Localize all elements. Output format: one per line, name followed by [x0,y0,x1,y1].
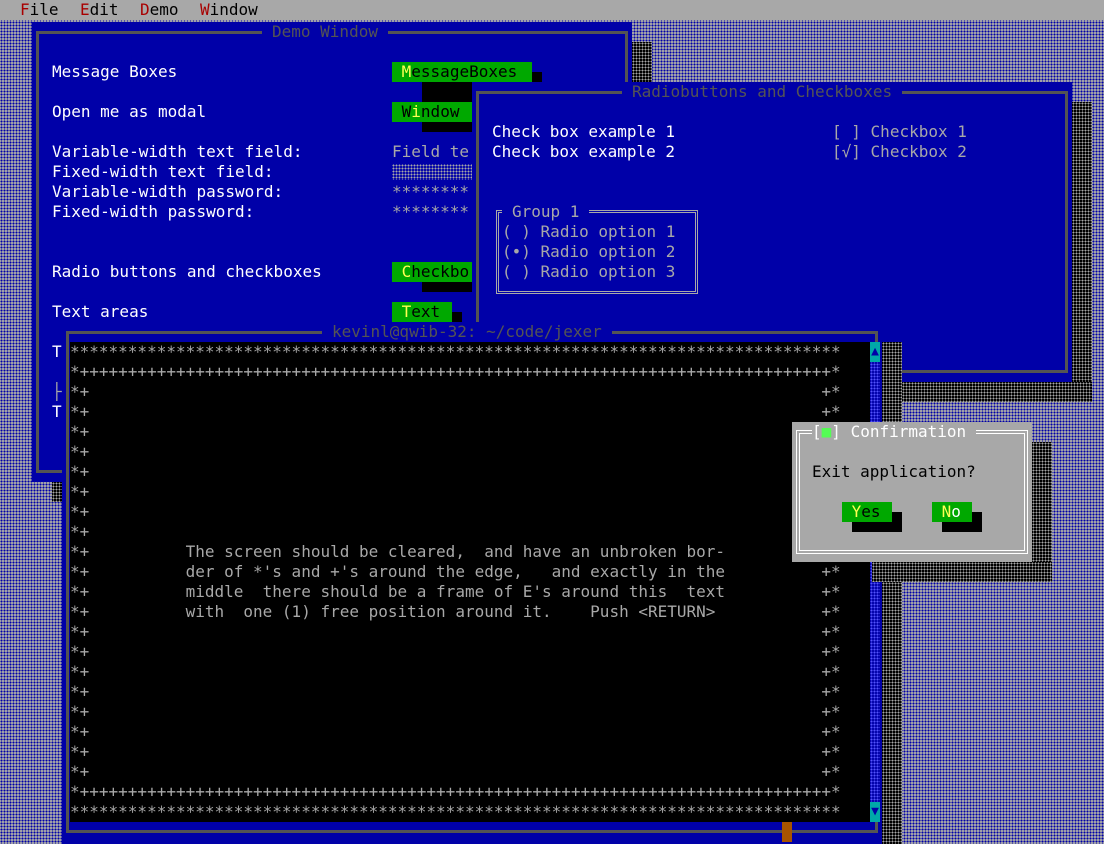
terminal-screen[interactable]: ****************************************… [70,342,870,822]
scroll-up-arrow-icon[interactable]: ▲ [870,342,880,362]
label-fixed-password: Fixed-width password: [52,202,255,221]
variable-password-field[interactable]: ******** [392,182,469,202]
terminal-window-title[interactable]: kevinl@qwib-32: ~/code/jexer [322,322,612,342]
terminal-border-line: *+ +* [70,522,841,541]
terminal-border-line: *+ +* [70,482,841,501]
button-shadow [532,72,542,82]
button-shadow [892,512,902,522]
radio-window-title[interactable]: Radiobuttons and Checkboxes [622,82,903,102]
button-shadow [972,512,982,522]
radio-option-1[interactable]: ( ) Radio option 1 [502,222,675,242]
fixed-text-field[interactable] [392,164,472,180]
label-partial-1: T [52,342,62,361]
resize-marker[interactable] [782,822,792,842]
demo-window-title[interactable]: Demo Window [262,22,388,42]
label-message-boxes: Message Boxes [52,62,178,81]
text-button[interactable]: Text [392,302,452,322]
confirmation-dialog: [■] Confirmation Exit application? Yes N… [792,422,1032,562]
dialog-shadow [1032,442,1052,582]
messageboxes-button[interactable]: MessageBoxes [392,62,532,82]
button-shadow [452,312,462,322]
radio-window-shadow-bottom [902,382,1092,402]
terminal-window: kevinl@qwib-32: ~/code/jexer ***********… [62,322,882,844]
terminal-border-line: *+ +* [70,622,841,641]
radio-option-3[interactable]: ( ) Radio option 3 [502,262,675,282]
terminal-border-line: *+ +* [70,442,841,461]
terminal-message-line: *+ der of *'s and +'s around the edge, a… [70,562,841,581]
yes-button[interactable]: Yes [842,502,892,522]
menu-demo[interactable]: Demo [140,0,179,20]
dialog-message: Exit application? [812,462,976,481]
checkbox-2-mark: [√] [832,142,861,161]
terminal-border-line: *+ +* [70,702,841,721]
label-open-modal: Open me as modal [52,102,207,121]
radio-option-2[interactable]: (•) Radio option 2 [502,242,675,262]
terminal-message-line: *+ middle there should be a frame of E's… [70,582,841,601]
terminal-border-line: *+ +* [70,722,841,741]
terminal-border-line: *+ +* [70,662,841,681]
checkbox-2[interactable]: [√] Checkbox 2 [832,142,967,162]
variable-text-field[interactable]: Field te [392,142,469,162]
button-shadow [852,522,902,532]
menu-bar: File Edit Demo Window [0,0,1104,20]
terminal-border-line: ****************************************… [70,802,841,821]
dialog-titlebar: [■] Confirmation [812,422,976,442]
menu-file[interactable]: File [20,0,59,20]
terminal-border-line: *+ +* [70,682,841,701]
checkboxes-button[interactable]: Checkbo [392,262,472,282]
window-button[interactable]: Window [392,102,472,122]
tree-branch-glyph: ├ [52,382,62,401]
fixed-password-field[interactable]: ******** [392,202,469,222]
menu-edit[interactable]: Edit [80,0,119,20]
checkbox-1[interactable]: [ ] Checkbox 1 [832,122,967,142]
terminal-border-line: ****************************************… [70,342,841,361]
terminal-scrollbar[interactable] [870,342,880,822]
label-variable-text-field: Variable-width text field: [52,142,303,161]
terminal-border-line: *+++++++++++++++++++++++++++++++++++++++… [70,782,841,801]
terminal-border-line: *+ +* [70,502,841,521]
dialog-frame [796,430,1028,554]
label-partial-2: T [52,402,62,421]
checkbox-1-mark: [ ] [832,122,861,141]
menu-window[interactable]: Window [200,0,258,20]
dialog-title: Confirmation [850,422,967,441]
label-variable-password: Variable-width password: [52,182,284,201]
close-icon[interactable]: [■] [812,422,841,441]
checkbox-example-2-label: Check box example 2 [492,142,676,161]
terminal-border-line: *+ +* [70,382,841,401]
terminal-message-line: *+ The screen should be cleared, and hav… [70,542,841,561]
terminal-border-line: *+ +* [70,742,841,761]
terminal-window-shadow [882,342,902,844]
terminal-border-line: *+++++++++++++++++++++++++++++++++++++++… [70,362,841,381]
label-text-areas: Text areas [52,302,149,321]
label-radio-checkboxes: Radio buttons and checkboxes [52,262,322,281]
radio-window-shadow [1072,102,1092,382]
label-fixed-text-field: Fixed-width text field: [52,162,274,181]
checkbox-example-1-label: Check box example 1 [492,122,676,141]
radio-group-title: Group 1 [502,202,590,222]
no-button[interactable]: No [932,502,972,522]
terminal-border-line: *+ +* [70,462,841,481]
terminal-border-line: *+ +* [70,402,841,421]
terminal-border-line: *+ +* [70,762,841,781]
dialog-shadow-bottom [872,562,1052,582]
scroll-down-arrow-icon[interactable]: ▼ [870,802,880,822]
terminal-border-line: *+ +* [70,642,841,661]
button-shadow [942,522,982,532]
terminal-message-line: *+ with one (1) free position around it.… [70,602,841,621]
terminal-border-line: *+ +* [70,422,841,441]
